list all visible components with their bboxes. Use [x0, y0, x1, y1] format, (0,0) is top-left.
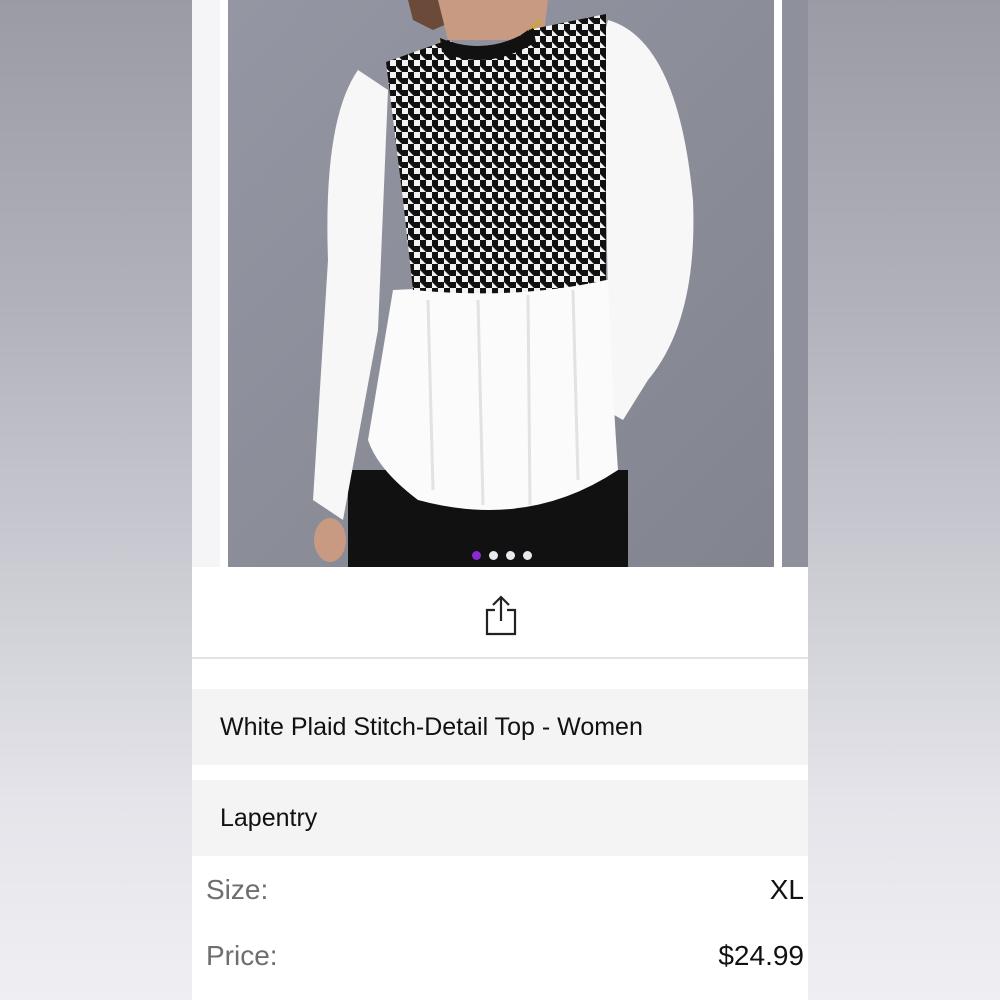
price-row: Price: $24.99 — [192, 926, 808, 986]
background-blur-left — [0, 0, 192, 1000]
size-row: Size: XL — [192, 860, 808, 920]
product-photo-illustration — [228, 0, 774, 567]
share-bar — [192, 567, 808, 659]
share-icon — [485, 595, 517, 636]
gallery-pagination — [472, 551, 532, 560]
product-title: White Plaid Stitch-Detail Top - Women — [220, 713, 643, 741]
product-screen: White Plaid Stitch-Detail Top - Women La… — [192, 0, 808, 1000]
size-label: Size: — [206, 874, 269, 905]
pagination-dot-3[interactable] — [506, 551, 515, 560]
gallery-next-edge — [782, 0, 808, 567]
share-button[interactable] — [484, 594, 518, 636]
image-gallery[interactable] — [192, 0, 808, 567]
price-label: Price: — [206, 940, 278, 971]
product-title-row: White Plaid Stitch-Detail Top - Women — [192, 689, 808, 765]
brand-row[interactable]: Lapentry — [192, 780, 808, 856]
size-value: XL — [769, 874, 804, 905]
pagination-dot-2[interactable] — [489, 551, 498, 560]
pagination-dot-4[interactable] — [523, 551, 532, 560]
pagination-dot-1[interactable] — [472, 551, 481, 560]
background-blur-right — [808, 0, 1000, 1000]
brand-name: Lapentry — [220, 804, 318, 832]
section-spacer — [192, 659, 808, 689]
product-photo[interactable] — [228, 0, 774, 567]
price-value: $24.99 — [718, 940, 804, 971]
gallery-prev-edge — [192, 0, 220, 567]
